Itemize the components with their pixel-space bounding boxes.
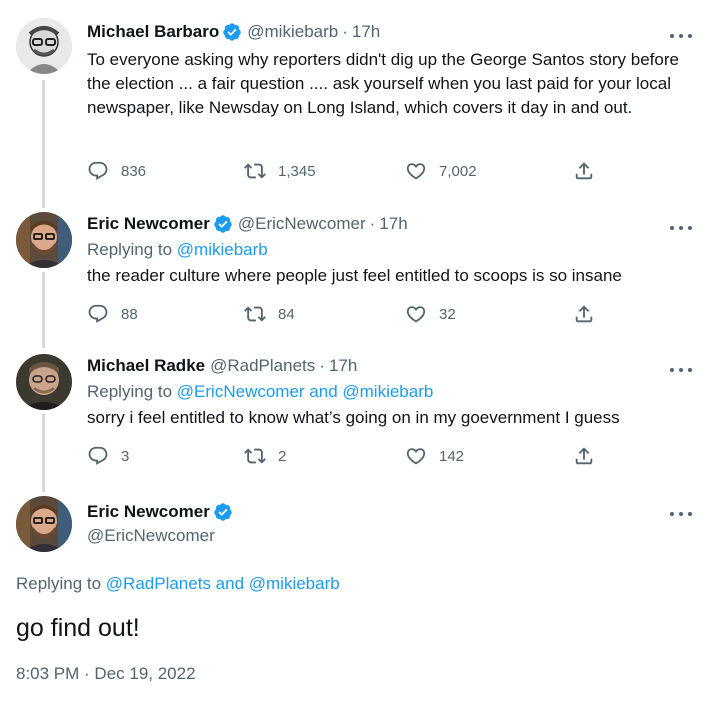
tweet-time[interactable]: 17h (329, 356, 357, 376)
reply-icon (88, 446, 108, 465)
separator-dot: · (319, 356, 325, 375)
author-name[interactable]: Michael Barbaro (87, 22, 219, 42)
tweet-actions: 88 84 32 (87, 303, 607, 327)
reply-count: 88 (121, 305, 138, 323)
retweet-button[interactable]: 84 (244, 303, 295, 325)
more-options-button[interactable] (670, 218, 692, 238)
tweet-timestamp[interactable]: 8:03 PM · Dec 19, 2022 (16, 664, 196, 684)
replying-prefix: Replying to (16, 574, 102, 593)
tweet[interactable]: Michael Radke @RadPlanets · 17h Replying… (0, 342, 710, 484)
author-handle[interactable]: @mikiebarb (247, 22, 338, 42)
like-count: 32 (439, 305, 456, 323)
more-icon (670, 226, 674, 230)
more-icon (670, 368, 674, 372)
like-count: 142 (439, 447, 465, 465)
replying-to: Replying to @EricNewcomer and @mikiebarb (87, 382, 433, 402)
author-handle[interactable]: @RadPlanets (210, 356, 315, 376)
author-handle[interactable]: @EricNewcomer (238, 214, 366, 234)
tweet[interactable]: Michael Barbaro @mikiebarb · 17h To ever… (0, 0, 710, 200)
like-icon (406, 448, 426, 465)
tweet-text: go find out! (16, 614, 140, 642)
tweet-text: sorry i feel entitled to know what’s goi… (87, 408, 620, 427)
like-count: 7,002 (439, 162, 477, 180)
reply-count: 836 (121, 162, 147, 180)
more-options-button[interactable] (670, 360, 692, 380)
retweet-icon (244, 163, 266, 179)
share-icon (575, 447, 593, 465)
avatar[interactable] (16, 354, 72, 410)
more-icon (670, 512, 674, 516)
more-options-button[interactable] (670, 504, 692, 524)
retweet-icon (244, 306, 266, 322)
author-handle[interactable]: @EricNewcomer (87, 526, 215, 546)
tweet-text: To everyone asking why reporters didn't … (87, 50, 679, 117)
share-button[interactable] (573, 160, 595, 182)
tweet-text: the reader culture where people just fee… (87, 266, 622, 285)
reply-icon (88, 161, 108, 180)
tweet-time[interactable]: 17h (352, 22, 380, 42)
like-icon (406, 306, 426, 323)
replying-to: Replying to @RadPlanets and @mikiebarb (16, 574, 340, 594)
replying-prefix: Replying to (87, 240, 173, 259)
retweet-button[interactable]: 1,345 (244, 160, 316, 182)
author-name[interactable]: Eric Newcomer (87, 214, 210, 234)
replying-to-link[interactable]: @mikiebarb (177, 240, 268, 259)
more-options-button[interactable] (670, 26, 692, 46)
share-button[interactable] (573, 303, 595, 325)
verified-badge-icon (214, 215, 232, 233)
author-name[interactable]: Michael Radke (87, 356, 205, 376)
reply-button[interactable]: 836 (87, 160, 146, 182)
share-icon (575, 305, 593, 323)
replying-to-link[interactable]: @RadPlanets and @mikiebarb (106, 574, 340, 593)
share-button[interactable] (573, 445, 595, 467)
retweet-count: 2 (278, 447, 287, 465)
avatar[interactable] (16, 212, 72, 268)
like-button[interactable]: 7,002 (405, 160, 477, 182)
reply-count: 3 (121, 447, 130, 465)
reply-button[interactable]: 3 (87, 445, 129, 467)
main-tweet: Eric Newcomer @EricNewcomer Replying to … (0, 484, 710, 706)
tweet[interactable]: Eric Newcomer @EricNewcomer · 17h Replyi… (0, 200, 710, 342)
avatar[interactable] (16, 18, 72, 74)
retweet-count: 84 (278, 305, 295, 323)
like-button[interactable]: 142 (405, 445, 464, 467)
share-icon (575, 162, 593, 180)
like-button[interactable]: 32 (405, 303, 456, 325)
retweet-icon (244, 448, 266, 464)
replying-to: Replying to @mikiebarb (87, 240, 268, 260)
tweet-actions: 836 1,345 7,002 (87, 160, 607, 184)
author-name[interactable]: Eric Newcomer (87, 502, 210, 522)
like-icon (406, 163, 426, 180)
separator-dot: · (369, 214, 376, 233)
retweet-button[interactable]: 2 (244, 445, 286, 467)
separator-dot: · (342, 22, 348, 41)
tweet-time[interactable]: 17h (379, 214, 407, 234)
verified-badge-icon (214, 503, 232, 521)
verified-badge-icon (223, 23, 242, 41)
replying-to-link[interactable]: @EricNewcomer and @mikiebarb (177, 382, 434, 401)
reply-icon (88, 304, 108, 323)
avatar[interactable] (16, 496, 72, 552)
more-icon (670, 34, 674, 38)
retweet-count: 1,345 (278, 162, 316, 180)
tweet-actions: 3 2 142 (87, 445, 607, 469)
replying-prefix: Replying to (87, 382, 173, 401)
reply-button[interactable]: 88 (87, 303, 138, 325)
